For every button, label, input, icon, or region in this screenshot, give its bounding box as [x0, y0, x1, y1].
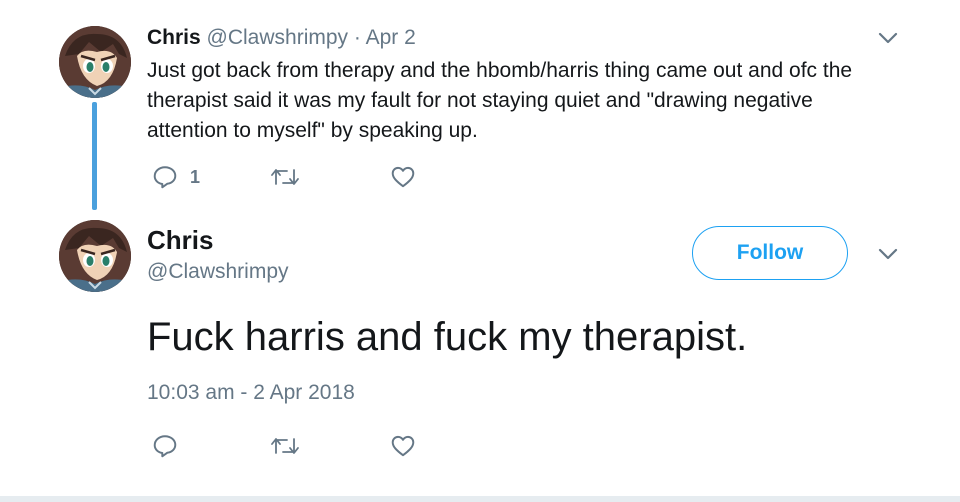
- reply-icon: [153, 166, 177, 189]
- like-icon: [391, 435, 415, 457]
- handle[interactable]: @Clawshrimpy: [207, 26, 349, 49]
- parent-tweet-text: Just got back from therapy and the hbomb…: [147, 59, 853, 142]
- retweet-icon: [271, 438, 299, 454]
- handle[interactable]: @Clawshrimpy: [147, 259, 289, 285]
- tweet-card: Chris @Clawshrimpy · Apr 2 Just got back…: [0, 0, 960, 497]
- like-button[interactable]: [390, 164, 416, 190]
- avatar[interactable]: [59, 26, 131, 98]
- thread-connector-line: [92, 102, 97, 210]
- tweet-date[interactable]: Apr 2: [366, 26, 416, 49]
- reply-button[interactable]: 1: [152, 164, 200, 190]
- reply-button[interactable]: [152, 433, 178, 459]
- chevron-down-icon[interactable]: [876, 242, 900, 266]
- retweet-icon: [271, 169, 299, 185]
- like-button[interactable]: [390, 433, 416, 459]
- display-name[interactable]: Chris: [147, 225, 213, 255]
- retweet-button[interactable]: [270, 433, 300, 459]
- like-icon: [391, 166, 415, 188]
- avatar[interactable]: [59, 220, 131, 292]
- follow-button[interactable]: Follow: [692, 226, 848, 280]
- meta-separator: ·: [353, 26, 361, 49]
- reply-icon: [153, 435, 177, 458]
- avatar-image: [59, 26, 131, 98]
- retweet-button[interactable]: [270, 164, 300, 190]
- avatar-image: [59, 220, 131, 292]
- display-name[interactable]: Chris: [147, 26, 201, 49]
- chevron-down-icon[interactable]: [876, 26, 900, 50]
- reply-count: 1: [190, 166, 201, 187]
- tweet-timestamp[interactable]: 10:03 am - 2 Apr 2018: [147, 380, 355, 406]
- parent-tweet-header: Chris @Clawshrimpy · Apr 2: [147, 26, 416, 50]
- main-tweet-text: Fuck harris and fuck my therapist.: [147, 315, 748, 359]
